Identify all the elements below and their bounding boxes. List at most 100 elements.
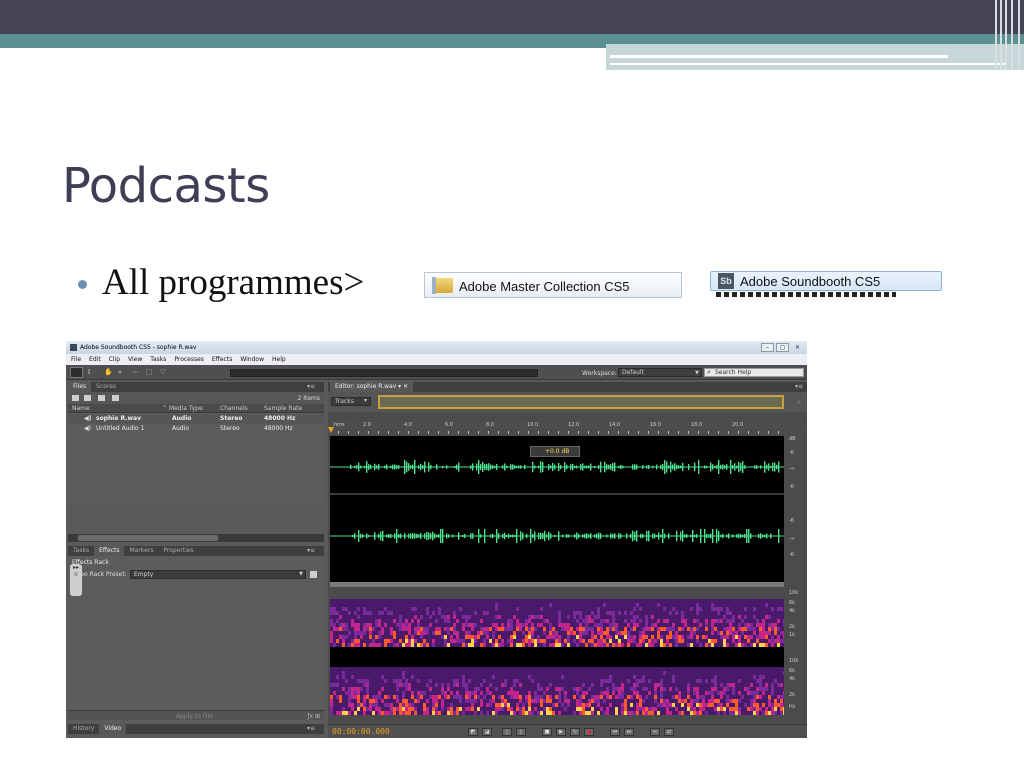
hand-tool-icon[interactable]: ✋ <box>104 368 113 377</box>
loop-icon[interactable]: ↻ <box>570 728 580 736</box>
tab-editor[interactable]: Editor: sophie R.wav ▾ ✕ <box>330 382 414 392</box>
import-icon[interactable] <box>84 395 91 401</box>
spectrogram-cell <box>531 623 534 627</box>
col-media-type[interactable]: ⌃ Media Type <box>162 404 203 413</box>
selection-tool-icon[interactable] <box>70 367 83 378</box>
time-ruler[interactable]: hms 2.0 4.0 6.0 8.0 10.0 12.0 14.0 16.0 18.0 20.0 <box>328 422 807 434</box>
overview-range[interactable] <box>378 395 784 409</box>
tab-video[interactable]: Video <box>99 724 127 734</box>
spectrogram-cell <box>696 619 699 623</box>
time-selection-tool-icon[interactable]: I <box>88 368 90 377</box>
go-to-end-icon[interactable]: | <box>516 728 526 736</box>
col-channels[interactable]: Channels <box>220 404 248 413</box>
panel-menu-icon[interactable]: ▾≡ <box>302 724 320 734</box>
spectrogram-cell <box>513 679 516 683</box>
playhead-marker[interactable] <box>328 427 334 433</box>
rack-preset-select[interactable]: Empty <box>130 570 306 579</box>
table-row[interactable]: ◀) Untitled Audio 1 Audio Stereo 48000 H… <box>68 424 324 434</box>
play-icon[interactable]: ▶ <box>556 728 566 736</box>
lasso-tool-icon[interactable]: ♡ <box>160 368 166 377</box>
start-menu-item-soundbooth[interactable]: Sb Adobe Soundbooth CS5 <box>698 271 946 297</box>
spectrogram-cell <box>684 623 687 627</box>
volume-hud[interactable]: +0.0 dB <box>530 446 580 457</box>
spectrogram-cell <box>471 635 474 639</box>
menu-help[interactable]: Help <box>272 356 286 363</box>
col-sample-rate[interactable]: Sample Rate <box>264 404 302 413</box>
menu-view[interactable]: View <box>128 356 142 363</box>
tab-effects[interactable]: Effects <box>94 546 125 556</box>
spectrogram-cell <box>777 683 780 687</box>
insert-icon[interactable] <box>98 395 105 401</box>
spectrogram-cell <box>600 695 603 699</box>
waveform-sample <box>712 464 714 470</box>
stop-icon[interactable]: ■ <box>542 728 552 736</box>
save-preset-icon[interactable] <box>310 571 317 578</box>
spectrogram-cell <box>732 639 735 643</box>
waveform-sample <box>448 534 450 538</box>
spectrogram-cell <box>453 711 456 715</box>
spectrogram-cell <box>381 627 384 631</box>
zoom-tool-icon[interactable]: ⌕ <box>118 368 122 377</box>
minimize-button[interactable]: – <box>761 343 774 352</box>
waveform-display[interactable]: +0.0 dB <box>330 436 784 582</box>
waveform-sample <box>626 466 628 468</box>
menu-effects[interactable]: Effects <box>212 356 232 363</box>
next-icon[interactable]: ⏭ <box>624 728 634 736</box>
panel-menu-icon[interactable]: ▾≡ <box>795 382 803 392</box>
panel-menu-icon[interactable]: ▾≡ <box>302 382 320 392</box>
menu-processes[interactable]: Processes <box>174 356 204 363</box>
spectrogram-cell <box>468 695 471 699</box>
record-icon[interactable]: ● <box>584 728 594 736</box>
zoom-in-icon[interactable]: ◩ <box>468 728 478 736</box>
panel-menu-icon[interactable]: ▾≡ <box>302 546 320 556</box>
tab-markers[interactable]: Markers <box>124 546 158 556</box>
go-to-start-icon[interactable]: | <box>502 728 512 736</box>
maximize-button[interactable]: ▢ <box>776 343 789 352</box>
spectrogram-cell <box>420 695 423 699</box>
timecode-display[interactable]: 00:00:00.000 <box>332 727 390 736</box>
spectrogram-cell <box>666 711 669 715</box>
zoom-fit-icon[interactable]: ⇔ <box>650 728 660 736</box>
menu-clip[interactable]: Clip <box>109 356 120 363</box>
fx-icon[interactable]: ƒx ⊞ <box>307 713 320 720</box>
spectrogram-cell <box>726 607 729 611</box>
scroll-thumb[interactable] <box>78 535 218 541</box>
menu-tasks[interactable]: Tasks <box>150 356 166 363</box>
waveform-sample <box>416 533 418 539</box>
files-scrollbar[interactable] <box>68 534 324 542</box>
apply-to-file-button[interactable]: Apply to File <box>176 713 213 720</box>
tab-files[interactable]: Files <box>68 382 92 392</box>
tab-scores[interactable]: Scores <box>91 382 121 392</box>
tab-properties[interactable]: Properties <box>158 546 198 556</box>
start-menu-item-master-collection[interactable]: Adobe Master Collection CS5 <box>424 272 682 298</box>
spectrogram-cell <box>339 615 342 619</box>
menu-window[interactable]: Window <box>240 356 264 363</box>
waveform-spectral-divider[interactable] <box>330 582 784 587</box>
spectrogram-cell <box>714 683 717 687</box>
open-file-icon[interactable] <box>72 395 79 401</box>
frequency-tool-icon[interactable]: ⋯ <box>132 368 139 377</box>
spectrogram-cell <box>405 687 408 691</box>
zoom-selection-icon[interactable]: ⇄ <box>664 728 674 736</box>
col-name[interactable]: Name <box>72 404 90 413</box>
delete-icon[interactable] <box>112 395 119 401</box>
workspace-select[interactable]: Default <box>618 368 702 377</box>
waveform-sample <box>396 529 398 543</box>
spectrogram-cell <box>507 703 510 707</box>
search-help-input[interactable]: Search Help <box>704 368 804 377</box>
zoom-out-icon[interactable]: ◪ <box>482 728 492 736</box>
table-row[interactable]: ◀) sophie R.wav Audio Stereo 48000 Hz <box>68 414 324 424</box>
tab-history[interactable]: History <box>68 724 99 734</box>
zoom-icon[interactable]: ⌕ <box>797 398 801 407</box>
waveform-sample <box>404 460 406 474</box>
tab-tasks[interactable]: Tasks <box>68 546 94 556</box>
spectral-display[interactable] <box>330 599 784 715</box>
drawer-handle[interactable]: ▸▸ ⁞⁞ <box>70 564 82 596</box>
spectrogram-cell <box>417 631 420 635</box>
previous-icon[interactable]: ⏮ <box>610 728 620 736</box>
menu-edit[interactable]: Edit <box>89 356 101 363</box>
marquee-tool-icon[interactable]: ⬚ <box>146 368 153 377</box>
menu-file[interactable]: File <box>71 356 81 363</box>
spectrogram-cell <box>342 643 345 647</box>
close-button[interactable]: ✕ <box>791 343 804 352</box>
